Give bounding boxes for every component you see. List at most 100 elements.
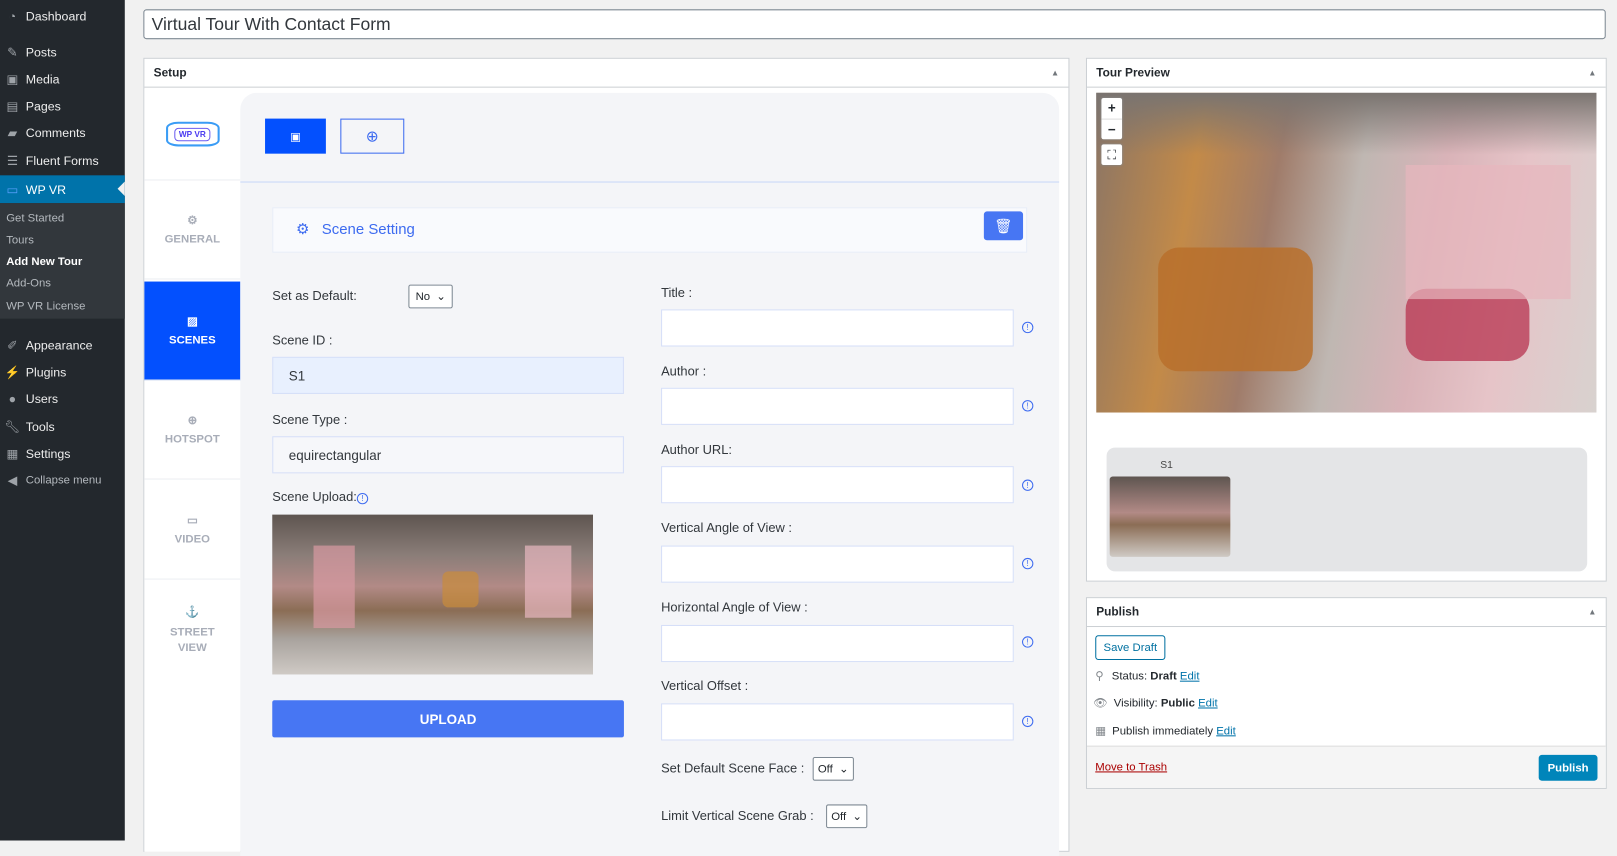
chevron-down-icon: ⌄: [838, 763, 849, 776]
scene-id-label: Scene ID :: [272, 333, 333, 348]
add-scene-button[interactable]: ⊕: [340, 118, 405, 154]
pages-icon: ▤: [6, 99, 19, 114]
menu-wp-vr[interactable]: ▭ WP VR: [0, 175, 125, 204]
title-input[interactable]: [661, 309, 1014, 347]
vertical-angle-input[interactable]: [661, 545, 1014, 583]
scene-thumb[interactable]: [1109, 476, 1231, 557]
submenu-add-new-tour[interactable]: Add New Tour: [6, 256, 82, 268]
menu-tools[interactable]: 🔧︎ Tools: [0, 414, 125, 441]
plus-circle-icon: ⊕: [365, 127, 379, 146]
submenu-get-started[interactable]: Get Started: [6, 212, 64, 224]
pin-icon: ✎: [7, 45, 18, 60]
post-title-input[interactable]: Virtual Tour With Contact Form: [143, 9, 1606, 40]
scene-type-label: Scene Type :: [272, 412, 348, 427]
collapse-arrow-icon[interactable]: ▲: [1051, 68, 1059, 77]
menu-pages[interactable]: ▤ Pages: [0, 93, 125, 120]
plugin-icon: ⚡: [4, 365, 21, 380]
vertical-offset-label: Vertical Offset :: [661, 678, 749, 694]
preview-header[interactable]: Tour Preview ▲: [1086, 59, 1606, 88]
panorama-viewer[interactable]: + − ⛶: [1096, 92, 1597, 413]
settings-icon: ▦: [6, 446, 19, 461]
tab-video[interactable]: ▭ VIDEO: [144, 481, 241, 580]
fullscreen-button[interactable]: ⛶: [1101, 144, 1123, 166]
zoom-in-button[interactable]: +: [1101, 98, 1122, 119]
default-face-label: Set Default Scene Face :: [661, 761, 805, 776]
tab-general[interactable]: ⚙ GENERAL: [144, 180, 241, 280]
author-label: Author :: [661, 364, 707, 379]
save-draft-button[interactable]: Save Draft: [1095, 635, 1166, 661]
help-icon[interactable]: !: [1022, 636, 1034, 648]
title-label: Title :: [661, 285, 693, 301]
menu-dashboard[interactable]: ◔ Dashboard: [0, 3, 125, 30]
default-face-select[interactable]: Off ⌄: [812, 756, 854, 781]
submenu-license[interactable]: WP VR License: [6, 300, 85, 312]
edit-schedule-link[interactable]: Edit: [1216, 725, 1236, 737]
scene-upload-label: Scene Upload:!: [272, 490, 369, 505]
horizontal-angle-input[interactable]: [661, 624, 1014, 663]
setup-header[interactable]: Setup ▲: [144, 59, 1069, 88]
tab-street-view[interactable]: ⚓ STREET VIEW: [144, 581, 240, 680]
street-view-icon: ⚓: [185, 605, 200, 619]
help-icon[interactable]: !: [1022, 557, 1034, 570]
limit-grab-select[interactable]: Off ⌄: [826, 804, 868, 829]
menu-comments[interactable]: ▰ Comments: [0, 120, 125, 147]
admin-sidebar: ◔ Dashboard ✎ Posts ▣ Media ▤ Pages ▰ Comment…: [0, 0, 125, 841]
wp-vr-submenu: Get Started Tours Add New Tour Add-Ons W…: [0, 203, 125, 319]
scene-tab-s1[interactable]: ▣: [265, 118, 326, 154]
help-icon[interactable]: !: [1022, 715, 1034, 728]
scene-id-input[interactable]: S1: [272, 356, 624, 394]
delete-scene-button[interactable]: 🗑︎: [983, 211, 1024, 241]
paintbrush-icon: ✐: [7, 338, 18, 353]
menu-media[interactable]: ▣ Media: [0, 66, 125, 93]
form-icon: ☰: [6, 153, 18, 169]
vertical-offset-input[interactable]: [661, 703, 1014, 741]
menu-users[interactable]: ● Users: [0, 386, 125, 413]
help-icon[interactable]: !: [1022, 479, 1034, 491]
submenu-tours[interactable]: Tours: [6, 234, 34, 246]
submenu-add-ons[interactable]: Add-Ons: [6, 277, 51, 289]
scenes-content: ▣ ⊕ ⚙ Scene Setting 🗑︎ Set as Default: No…: [240, 92, 1060, 856]
set-default-select[interactable]: No ⌄: [408, 284, 454, 309]
author-url-input[interactable]: [661, 466, 1014, 504]
publish-header[interactable]: Publish ▲: [1086, 598, 1606, 628]
publish-panel: Publish ▲ Save Draft ⚲ Status: Draft Edit …: [1085, 597, 1607, 789]
publish-actions: Move to Trash Publish: [1086, 745, 1606, 788]
menu-posts[interactable]: ✎ Posts: [0, 39, 125, 66]
set-default-label: Set as Default:: [272, 288, 357, 304]
status-row: ⚲ Status: Draft Edit: [1095, 670, 1200, 683]
limit-grab-label: Limit Vertical Scene Grab :: [661, 808, 814, 823]
zoom-controls: + −: [1101, 97, 1123, 140]
tab-hotspot[interactable]: ⊕ HOTSPOT: [144, 381, 241, 480]
crosshair-icon: ⊕: [187, 414, 198, 427]
comment-icon: ▰: [7, 125, 18, 141]
horizontal-angle-label: Horizontal Angle of View :: [661, 600, 808, 615]
edit-status-link[interactable]: Edit: [1180, 670, 1200, 682]
chevron-down-icon: ⌄: [436, 290, 446, 304]
tab-scenes[interactable]: ▨ SCENES: [144, 281, 241, 381]
scene-gallery: S1: [1106, 447, 1588, 572]
help-icon[interactable]: !: [1022, 400, 1034, 412]
wpvr-logo: WP VR: [144, 89, 241, 181]
author-input[interactable]: [661, 387, 1014, 425]
visibility-row: 👁︎ Visibility: Public Edit: [1093, 697, 1218, 710]
help-icon[interactable]: !: [356, 492, 369, 505]
collapse-arrow-icon[interactable]: ▲: [1588, 68, 1596, 77]
move-to-trash-link[interactable]: Move to Trash: [1095, 761, 1167, 773]
menu-plugins[interactable]: ⚡ Plugins: [0, 359, 125, 386]
collapse-arrow-icon[interactable]: ▲: [1588, 607, 1596, 616]
publish-button[interactable]: Publish: [1538, 754, 1598, 781]
eye-icon: 👁︎: [1093, 697, 1108, 710]
menu-fluent-forms[interactable]: ☰ Fluent Forms: [0, 147, 125, 174]
scene-setting-header: ⚙ Scene Setting: [272, 207, 1028, 253]
scene-type-input[interactable]: equirectangular: [272, 436, 624, 474]
zoom-out-button[interactable]: −: [1101, 118, 1123, 140]
user-icon: ●: [8, 391, 17, 407]
upload-button[interactable]: UPLOAD: [272, 700, 624, 738]
menu-appearance[interactable]: ✐ Appearance: [0, 332, 125, 359]
help-icon[interactable]: !: [1022, 321, 1034, 334]
edit-visibility-link[interactable]: Edit: [1198, 697, 1218, 709]
menu-settings[interactable]: ▦ Settings: [0, 440, 125, 467]
menu-collapse[interactable]: ◀ Collapse menu: [0, 467, 125, 494]
pin-icon: ⚲: [1095, 670, 1104, 683]
scene-thumbnail: [272, 514, 593, 675]
